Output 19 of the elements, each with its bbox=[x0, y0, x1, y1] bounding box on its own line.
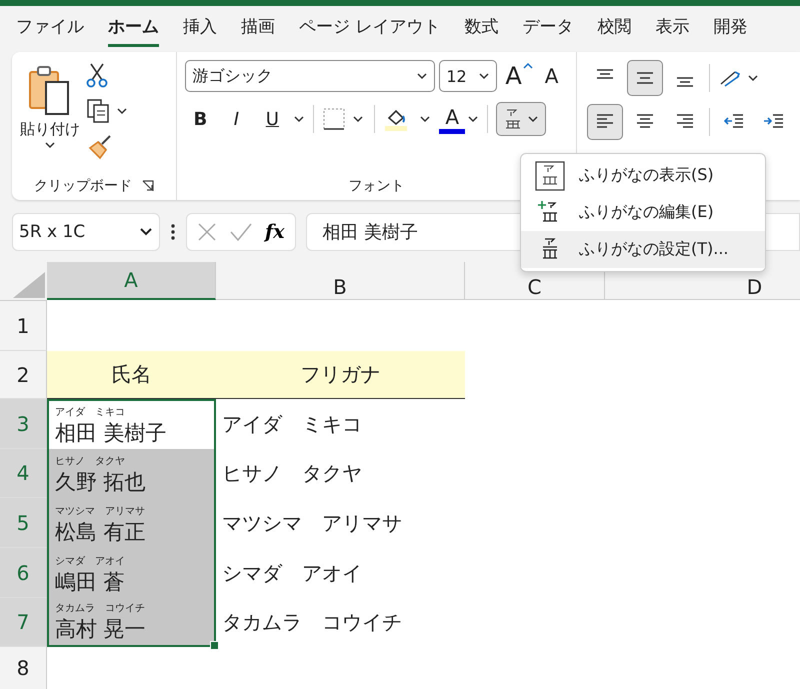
table-cell-text: アイダ ミキコ bbox=[221, 410, 363, 438]
name-text: 松島 有正 bbox=[55, 519, 147, 546]
furigana-text: ヒサノ タクヤ bbox=[55, 456, 126, 468]
table-cell-text: タカムラ コウイチ bbox=[221, 609, 403, 636]
table-header-cell: 氏名 bbox=[47, 351, 216, 399]
name-text: 相田 美樹子 bbox=[55, 420, 168, 447]
furigana-text: タカムラ コウイチ bbox=[55, 603, 146, 615]
furigana-text: マツシマ アリマサ bbox=[55, 506, 146, 518]
furigana-text: シマダ アオイ bbox=[55, 556, 126, 568]
table-cell-text: ヒサノ タクヤ bbox=[221, 460, 363, 487]
table-header-cell: フリガナ bbox=[216, 351, 465, 399]
name-text: 嶋田 蒼 bbox=[55, 569, 126, 596]
table-cell-text: シマダ アオイ bbox=[221, 560, 363, 586]
group-label: クリップボード bbox=[34, 177, 132, 195]
name-text: 久野 拓也 bbox=[55, 469, 147, 496]
group-label: フォント bbox=[348, 177, 405, 195]
furigana-text: アイダ ミキコ bbox=[55, 407, 126, 419]
table-cell-text: マツシマ アリマサ bbox=[221, 510, 403, 536]
name-text: 高村 晃一 bbox=[55, 616, 147, 643]
